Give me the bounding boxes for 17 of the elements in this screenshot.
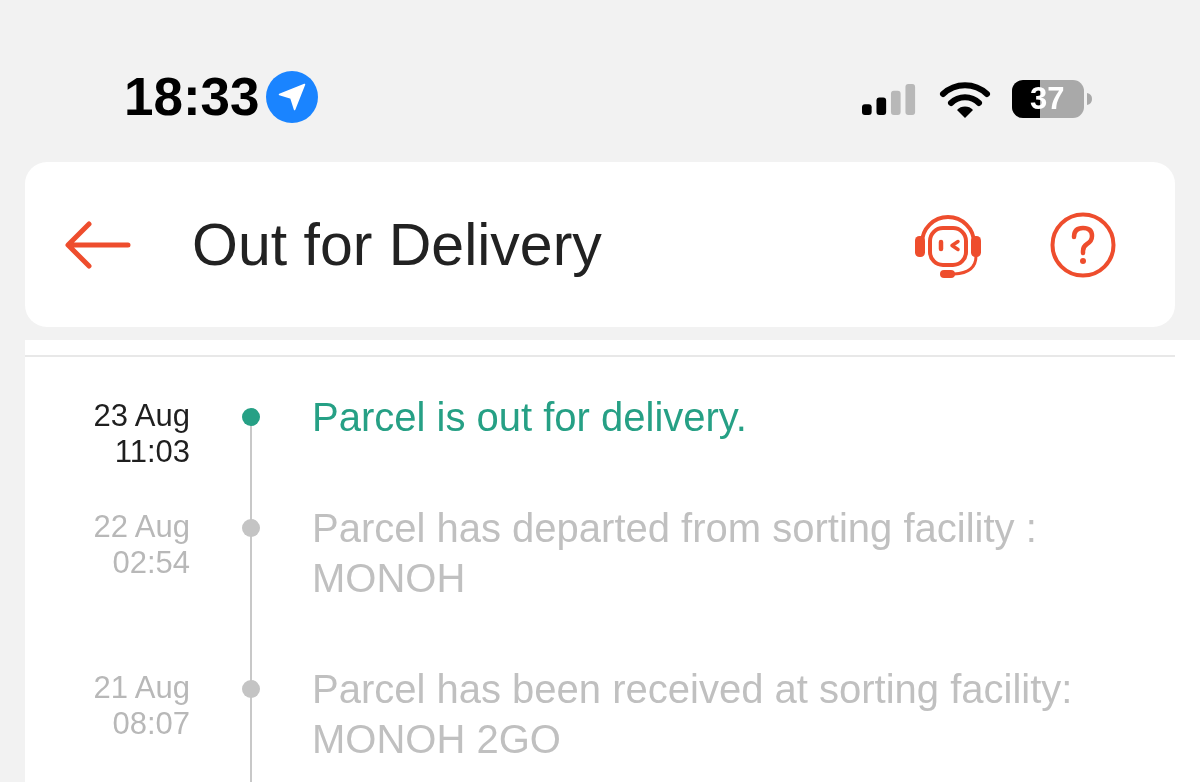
signal-icon xyxy=(862,83,918,115)
wifi-icon xyxy=(939,80,991,118)
event-time: 08:07 xyxy=(112,706,190,742)
back-arrow-icon xyxy=(65,220,131,269)
help-button[interactable] xyxy=(1050,211,1116,278)
event-description: Parcel has been received at sorting facility: MONOH 2GO xyxy=(312,666,1074,763)
event-description: Parcel has departed from sorting facility : MONOH xyxy=(312,505,1038,602)
event-time: 02:54 xyxy=(112,545,190,581)
status-time: 18:33 xyxy=(124,71,260,123)
event-description: Parcel is out for delivery. xyxy=(312,394,748,441)
event-date: 21 Aug xyxy=(93,670,190,706)
event-time: 11:03 xyxy=(114,434,190,470)
help-icon xyxy=(1050,211,1116,278)
page-title: Out for Delivery xyxy=(192,210,602,279)
event-date: 22 Aug xyxy=(93,509,190,545)
event-date: 23 Aug xyxy=(93,398,190,434)
back-button[interactable] xyxy=(65,220,131,269)
